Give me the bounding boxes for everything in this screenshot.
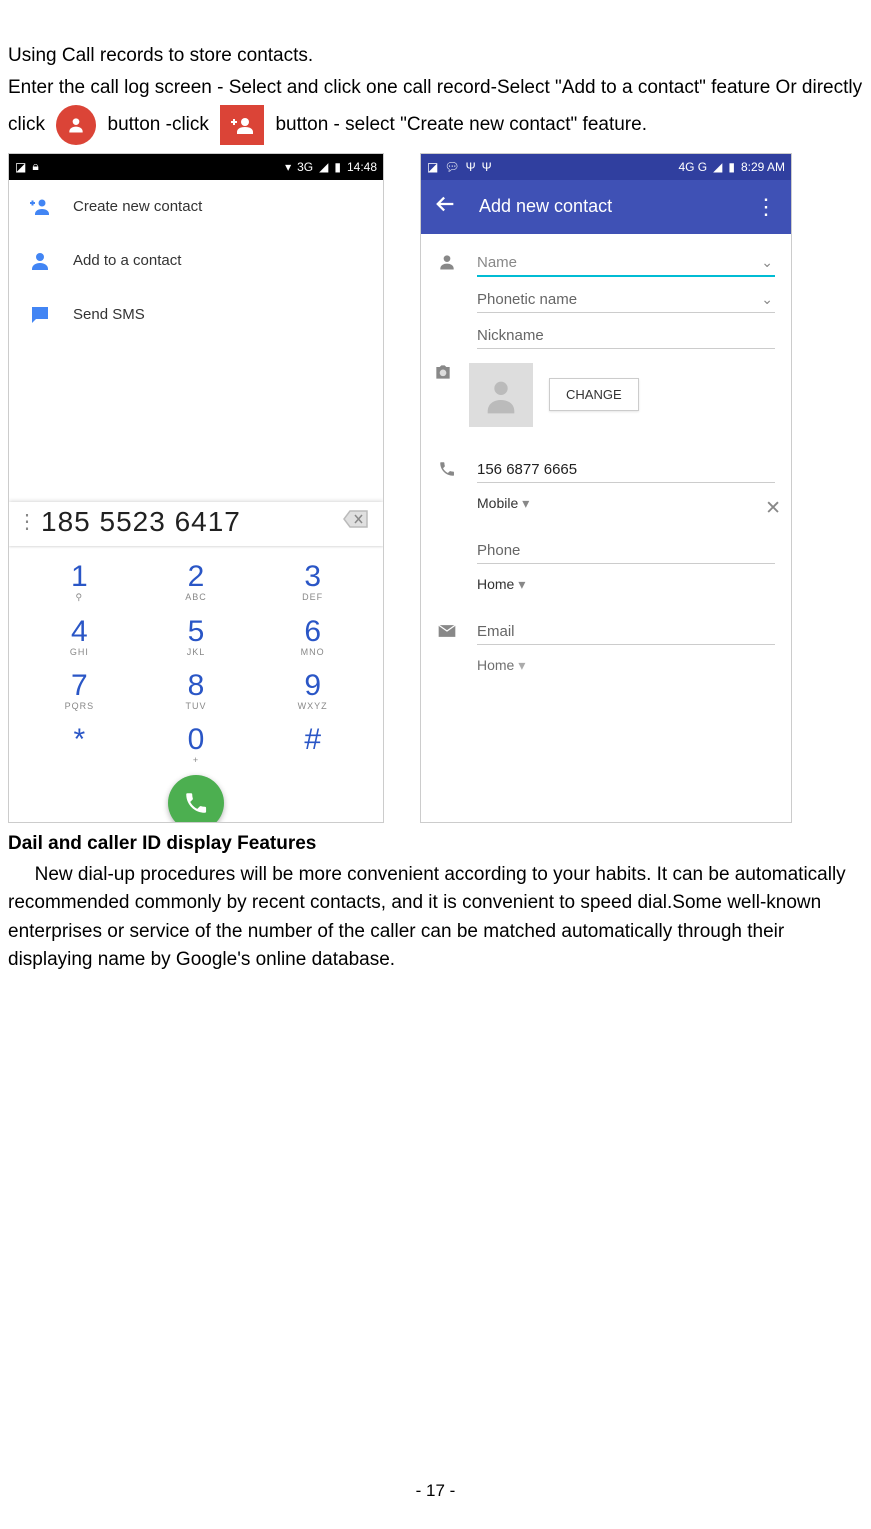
sms-icon bbox=[27, 302, 53, 328]
add-contact-screenshot: ◪ 💬︎ Ψ Ψ 4G G ◢ ▮ 8:29 AM Add new contac… bbox=[420, 153, 792, 823]
key-1[interactable]: 1⚲ bbox=[21, 554, 138, 607]
more-icon[interactable]: ⋮ bbox=[755, 194, 777, 220]
key-0[interactable]: 0+ bbox=[138, 717, 255, 769]
close-icon[interactable]: ✕ bbox=[765, 497, 781, 520]
body-paragraph: New dial-up procedures will be more conv… bbox=[8, 861, 863, 975]
phone-type-select[interactable]: Mobile ▾ bbox=[477, 491, 597, 518]
send-sms-item[interactable]: Send SMS bbox=[9, 288, 383, 342]
key-6[interactable]: 6MNO bbox=[254, 609, 371, 661]
key-8[interactable]: 8TUV bbox=[138, 663, 255, 715]
lock-icon: 🔒︎ bbox=[32, 159, 38, 174]
phone-icon bbox=[433, 460, 461, 478]
debug-icon: Ψ bbox=[482, 160, 492, 174]
clock: 14:48 bbox=[347, 160, 377, 174]
page-number: - 17 - bbox=[0, 1481, 871, 1501]
home-label-2: Home bbox=[477, 657, 514, 673]
app-bar-title: Add new contact bbox=[479, 196, 755, 217]
add-person-icon bbox=[27, 194, 53, 220]
key-9[interactable]: 9WXYZ bbox=[254, 663, 371, 715]
phonetic-field[interactable]: Phonetic name bbox=[477, 285, 775, 313]
key-star[interactable]: * bbox=[21, 717, 138, 769]
dialer-input-row: ⋮ 185 5523 6417 bbox=[9, 502, 383, 546]
camera-icon bbox=[433, 363, 453, 387]
instruction-line-2c: button - select "Create new contact" fea… bbox=[275, 114, 647, 135]
status-bar: ◪ 🔒︎ ▾ 3G ◢ ▮ 14:48 bbox=[9, 154, 383, 180]
phone-value-field[interactable]: 156 6877 6665 bbox=[477, 455, 775, 483]
call-button[interactable] bbox=[168, 775, 224, 823]
dialer-screenshot: ◪ 🔒︎ ▾ 3G ◢ ▮ 14:48 Create new contact A… bbox=[8, 153, 384, 823]
create-contact-label: Create new contact bbox=[73, 198, 202, 215]
key-4[interactable]: 4GHI bbox=[21, 609, 138, 661]
signal-icon: ◢ bbox=[319, 160, 328, 174]
email-type-select[interactable]: Home ▾ bbox=[477, 653, 597, 680]
phone-field[interactable]: Phone bbox=[477, 536, 775, 564]
mobile-label: Mobile bbox=[477, 495, 518, 511]
phone-number-display: 185 5523 6417 bbox=[37, 502, 343, 542]
create-new-contact-item[interactable]: Create new contact bbox=[9, 180, 383, 234]
add-contact-icon bbox=[220, 105, 264, 145]
network-label: 3G bbox=[297, 160, 313, 174]
backspace-icon[interactable] bbox=[343, 509, 369, 535]
screenshots-row: ◪ 🔒︎ ▾ 3G ◢ ▮ 14:48 Create new contact A… bbox=[8, 153, 863, 823]
status-bar: ◪ 💬︎ Ψ Ψ 4G G ◢ ▮ 8:29 AM bbox=[421, 154, 791, 180]
notification-icon: ◪ bbox=[15, 160, 26, 174]
contact-form: Name ⌄ Phonetic name ⌄ Nickname bbox=[421, 234, 791, 684]
key-5[interactable]: 5JKL bbox=[138, 609, 255, 661]
phone-type-select-2[interactable]: Home ▾ bbox=[477, 572, 597, 599]
notification-icon: ◪ bbox=[427, 160, 438, 174]
instruction-text: Using Call records to store contacts. En… bbox=[8, 40, 863, 145]
key-2[interactable]: 2ABC bbox=[138, 554, 255, 607]
signal-icon: ◢ bbox=[713, 160, 722, 174]
key-3[interactable]: 3DEF bbox=[254, 554, 371, 607]
usb-icon: Ψ bbox=[466, 160, 476, 174]
send-sms-label: Send SMS bbox=[73, 306, 145, 323]
nickname-field[interactable]: Nickname bbox=[477, 321, 775, 349]
dropdown-icon: ▾ bbox=[518, 576, 525, 593]
battery-icon: ▮ bbox=[728, 160, 735, 174]
keypad: 1⚲ 2ABC 3DEF 4GHI 5JKL 6MNO 7PQRS 8TUV 9… bbox=[9, 546, 383, 769]
key-hash[interactable]: # bbox=[254, 717, 371, 769]
sms-notif-icon: 💬︎ bbox=[444, 160, 459, 174]
person-icon bbox=[27, 248, 53, 274]
clock: 8:29 AM bbox=[741, 160, 785, 174]
wifi-icon: ▾ bbox=[285, 160, 291, 174]
change-button[interactable]: CHANGE bbox=[549, 378, 639, 411]
email-icon bbox=[433, 623, 461, 639]
email-field[interactable]: Email bbox=[477, 617, 775, 645]
section-heading: Dail and caller ID display Features bbox=[8, 833, 863, 855]
chevron-down-icon[interactable]: ⌄ bbox=[761, 254, 773, 271]
battery-icon: ▮ bbox=[334, 160, 341, 174]
instruction-line-1: Using Call records to store contacts. bbox=[8, 40, 863, 72]
more-icon[interactable]: ⋮ bbox=[17, 509, 37, 534]
add-to-contact-item[interactable]: Add to a contact bbox=[9, 234, 383, 288]
photo-placeholder[interactable] bbox=[469, 363, 533, 427]
chevron-down-icon[interactable]: ⌄ bbox=[761, 291, 773, 308]
dropdown-icon: ▾ bbox=[518, 657, 525, 674]
dropdown-icon: ▾ bbox=[522, 495, 529, 512]
person-icon bbox=[433, 252, 461, 272]
instruction-line-2b: button -click bbox=[108, 114, 209, 135]
contact-icon bbox=[56, 105, 96, 145]
home-label: Home bbox=[477, 576, 514, 592]
network-label: 4G G bbox=[678, 160, 707, 174]
add-contact-label: Add to a contact bbox=[73, 252, 181, 269]
app-bar: Add new contact ⋮ bbox=[421, 180, 791, 234]
name-field[interactable]: Name bbox=[477, 248, 775, 277]
back-icon[interactable] bbox=[435, 193, 457, 221]
key-7[interactable]: 7PQRS bbox=[21, 663, 138, 715]
